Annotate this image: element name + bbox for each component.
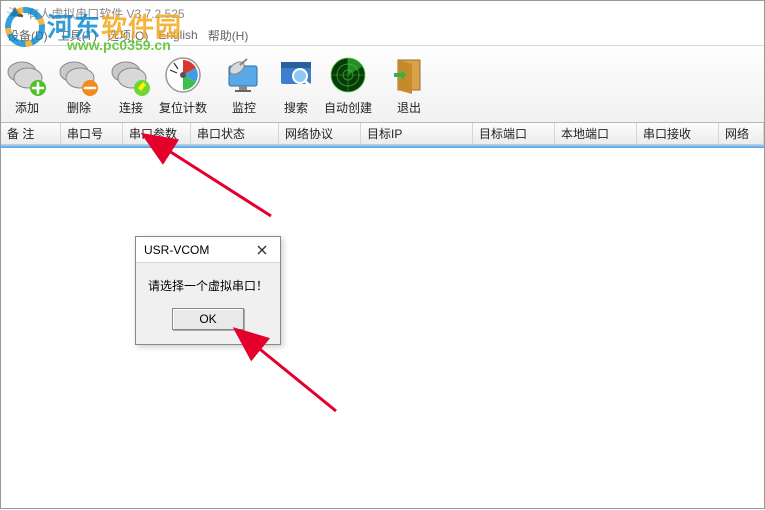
serial-connect-icon	[109, 53, 153, 97]
header-port-params[interactable]: 串口参数	[123, 123, 191, 144]
menu-english[interactable]: English	[158, 28, 197, 42]
toolbar-delete-button[interactable]: 删除	[53, 46, 105, 122]
toolbar-search-button[interactable]: 搜索	[270, 46, 322, 122]
header-target-port[interactable]: 目标端口	[473, 123, 555, 144]
toolbar-connect-button[interactable]: 连接	[105, 46, 157, 122]
radar-icon	[326, 53, 370, 97]
header-network[interactable]: 网络	[719, 123, 764, 144]
table-headers: 备 注 串口号 串口参数 串口状态 网络协议 目标IP 目标端口 本地端口 串口…	[1, 123, 764, 145]
toolbar-add-button[interactable]: 添加	[1, 46, 53, 122]
toolbar-reset-count-button[interactable]: 复位计数	[157, 46, 209, 122]
reset-count-icon	[161, 53, 205, 97]
toolbar-auto-create-button[interactable]: 自动创建	[322, 46, 374, 122]
header-net-protocol[interactable]: 网络协议	[279, 123, 361, 144]
dialog-message: 请选择一个虚拟串口！	[146, 277, 270, 294]
exit-icon	[387, 53, 431, 97]
menu-help[interactable]: 帮助(H)	[208, 27, 249, 44]
app-icon: 🔌	[5, 3, 26, 24]
serial-delete-icon	[57, 53, 101, 97]
menu-options[interactable]: 选项(O)	[107, 27, 148, 44]
menu-device[interactable]: 设备(D)	[7, 27, 48, 44]
app-title: 有人虚拟串口软件 V3.7.2.525	[27, 5, 184, 22]
usr-vcom-dialog: USR-VCOM 请选择一个虚拟串口！ OK	[135, 236, 281, 345]
dialog-ok-button[interactable]: OK	[172, 308, 244, 330]
menu-bar: 设备(D) 工具(T) 选项(O) English 帮助(H)	[1, 25, 764, 45]
toolbar: 添加 删除 连接	[1, 45, 764, 123]
header-target-ip[interactable]: 目标IP	[361, 123, 473, 144]
dialog-title-bar[interactable]: USR-VCOM	[136, 237, 280, 263]
title-bar: 🔌 有人虚拟串口软件 V3.7.2.525	[1, 1, 764, 25]
header-port-status[interactable]: 串口状态	[191, 123, 279, 144]
monitor-icon	[222, 53, 266, 97]
serial-add-icon	[5, 53, 49, 97]
header-serial-recv[interactable]: 串口接收	[637, 123, 719, 144]
toolbar-monitor-button[interactable]: 监控	[218, 46, 270, 122]
close-icon	[257, 245, 267, 255]
search-icon	[274, 53, 318, 97]
header-port-number[interactable]: 串口号	[61, 123, 123, 144]
dialog-title: USR-VCOM	[144, 243, 209, 257]
toolbar-exit-button[interactable]: 退出	[383, 46, 435, 122]
dialog-close-button[interactable]	[250, 240, 274, 260]
table-body	[1, 148, 764, 508]
menu-tools[interactable]: 工具(T)	[58, 27, 97, 44]
header-note[interactable]: 备 注	[1, 123, 61, 144]
header-local-port[interactable]: 本地端口	[555, 123, 637, 144]
